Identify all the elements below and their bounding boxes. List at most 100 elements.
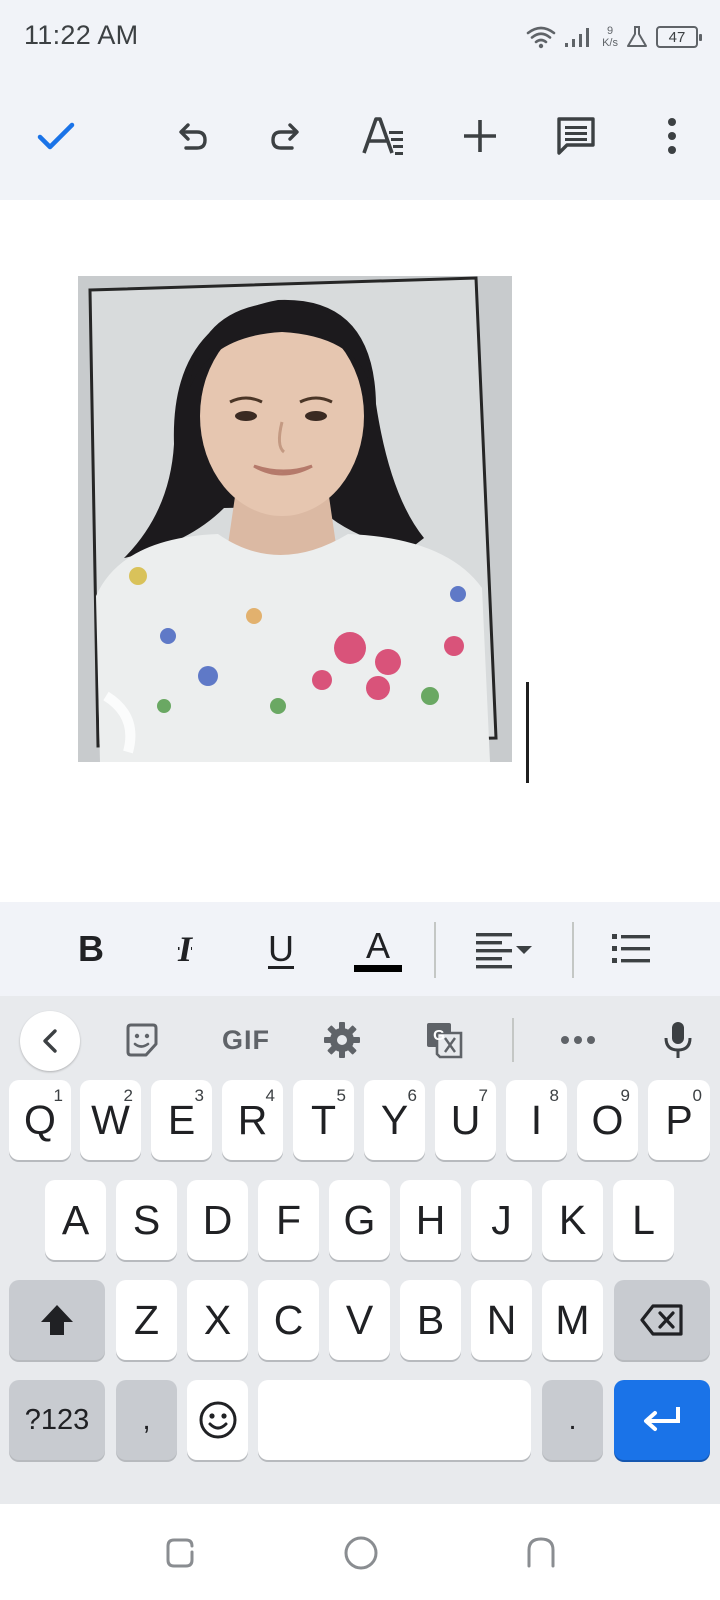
bulleted-list-icon bbox=[612, 934, 650, 963]
key-l[interactable]: L bbox=[613, 1180, 674, 1260]
home-button[interactable] bbox=[336, 1528, 386, 1578]
key-w[interactable]: W2 bbox=[80, 1080, 141, 1160]
keyboard-toolbar-divider bbox=[512, 1018, 514, 1062]
system-navbar bbox=[0, 1504, 720, 1600]
italic-button[interactable]: I bbox=[160, 918, 210, 980]
dropdown-arrow-icon bbox=[516, 946, 532, 954]
sticker-button[interactable] bbox=[112, 1010, 172, 1070]
network-speed-unit: K/s bbox=[602, 37, 618, 49]
backspace-icon bbox=[640, 1304, 683, 1336]
key-hint: 2 bbox=[123, 1086, 133, 1105]
key-b[interactable]: B bbox=[400, 1280, 461, 1360]
redo-icon bbox=[271, 123, 299, 150]
backspace-key[interactable] bbox=[614, 1280, 710, 1360]
key-h[interactable]: H bbox=[400, 1180, 461, 1260]
key-label: E bbox=[167, 1096, 196, 1143]
shift-key[interactable] bbox=[9, 1280, 105, 1360]
recents-button[interactable] bbox=[156, 1528, 206, 1578]
more-vert-icon bbox=[668, 118, 676, 154]
key-label: U bbox=[450, 1096, 481, 1143]
key-q[interactable]: Q1 bbox=[9, 1080, 71, 1160]
gif-button[interactable]: GIF bbox=[212, 1010, 280, 1070]
key-label: R bbox=[237, 1096, 268, 1143]
back-button[interactable] bbox=[516, 1528, 566, 1578]
key-y[interactable]: Y6 bbox=[364, 1080, 425, 1160]
more-horiz-icon bbox=[561, 1036, 595, 1044]
insert-icon bbox=[464, 120, 496, 152]
space-key[interactable] bbox=[258, 1380, 531, 1460]
key-m[interactable]: M bbox=[542, 1280, 603, 1360]
comma-key[interactable]: , bbox=[116, 1380, 177, 1460]
key-p[interactable]: P0 bbox=[648, 1080, 710, 1160]
enter-key[interactable] bbox=[614, 1380, 710, 1460]
network-speed-value: 9 bbox=[606, 25, 614, 37]
italic-label: I bbox=[177, 929, 192, 969]
key-c[interactable]: C bbox=[258, 1280, 319, 1360]
key-d[interactable]: D bbox=[187, 1180, 248, 1260]
undo-icon bbox=[179, 123, 207, 150]
home-icon bbox=[344, 1536, 378, 1570]
key-label: Y bbox=[380, 1096, 409, 1143]
voice-input-button[interactable] bbox=[648, 1010, 708, 1070]
key-g[interactable]: G bbox=[329, 1180, 390, 1260]
text-cursor bbox=[526, 682, 529, 783]
key-t[interactable]: T5 bbox=[293, 1080, 354, 1160]
insert-button[interactable] bbox=[450, 106, 510, 166]
key-n[interactable]: N bbox=[471, 1280, 532, 1360]
key-k[interactable]: K bbox=[542, 1180, 603, 1260]
key-r[interactable]: R4 bbox=[222, 1080, 283, 1160]
key-hint: 3 bbox=[194, 1086, 204, 1105]
network-speed: 9 K/s bbox=[602, 25, 618, 49]
emoji-key[interactable] bbox=[187, 1380, 248, 1460]
bulleted-list-button[interactable] bbox=[606, 918, 656, 980]
key-hint: 5 bbox=[336, 1086, 346, 1105]
keyboard-back-button[interactable] bbox=[20, 1011, 80, 1071]
symbols-key[interactable]: ?123 bbox=[9, 1380, 105, 1460]
portrait-photo[interactable] bbox=[78, 276, 512, 762]
bold-button[interactable]: B bbox=[66, 918, 116, 980]
key-o[interactable]: O9 bbox=[577, 1080, 638, 1160]
wifi-icon bbox=[526, 26, 556, 49]
key-u[interactable]: U7 bbox=[435, 1080, 496, 1160]
emoji-icon bbox=[199, 1401, 236, 1439]
document-body[interactable] bbox=[0, 200, 720, 902]
key-j[interactable]: J bbox=[471, 1180, 532, 1260]
done-button[interactable] bbox=[26, 106, 86, 166]
text-color-swatch bbox=[354, 964, 402, 972]
key-hint: 4 bbox=[265, 1086, 275, 1105]
key-a[interactable]: A bbox=[45, 1180, 106, 1260]
key-label: T bbox=[310, 1096, 337, 1143]
alignment-button[interactable] bbox=[468, 918, 540, 980]
key-e[interactable]: E3 bbox=[151, 1080, 212, 1160]
key-hint: 1 bbox=[53, 1086, 63, 1105]
keyboard-more-button[interactable] bbox=[548, 1010, 608, 1070]
key-i[interactable]: I8 bbox=[506, 1080, 567, 1160]
translate-button[interactable]: G bbox=[414, 1010, 474, 1070]
key-s[interactable]: S bbox=[116, 1180, 177, 1260]
battery-icon: 47 bbox=[656, 26, 702, 48]
underline-label: U bbox=[268, 928, 294, 969]
signal-icon bbox=[565, 28, 590, 47]
key-x[interactable]: X bbox=[187, 1280, 248, 1360]
status-icons: 9 K/s 47 bbox=[526, 22, 702, 52]
period-key[interactable]: . bbox=[542, 1380, 603, 1460]
check-icon bbox=[37, 122, 75, 150]
key-v[interactable]: V bbox=[329, 1280, 390, 1360]
undo-button[interactable] bbox=[162, 106, 222, 166]
status-bar: 11:22 AM 9 K/s 47 bbox=[0, 0, 720, 76]
redo-button[interactable] bbox=[256, 106, 316, 166]
key-f[interactable]: F bbox=[258, 1180, 319, 1260]
mic-icon bbox=[664, 1022, 692, 1058]
flask-icon bbox=[627, 26, 647, 47]
format-divider bbox=[434, 922, 436, 978]
svg-text:G: G bbox=[433, 1027, 445, 1044]
text-format-button[interactable] bbox=[354, 106, 414, 166]
key-z[interactable]: Z bbox=[116, 1280, 177, 1360]
key-label: P bbox=[665, 1096, 693, 1143]
text-color-button[interactable]: A bbox=[350, 918, 406, 980]
back-arrow-icon bbox=[43, 1029, 57, 1053]
comment-button[interactable] bbox=[546, 106, 606, 166]
underline-button[interactable]: U bbox=[256, 918, 306, 980]
more-options-button[interactable] bbox=[642, 106, 702, 166]
keyboard-settings-button[interactable] bbox=[312, 1010, 372, 1070]
